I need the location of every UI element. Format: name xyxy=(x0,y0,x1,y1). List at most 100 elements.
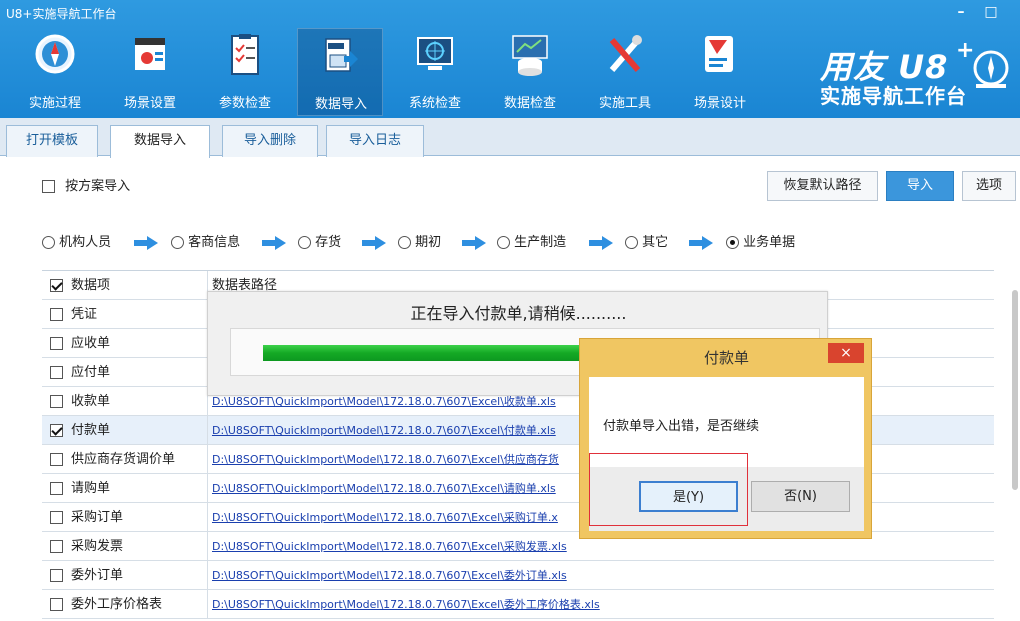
row-path-link[interactable]: D:\U8SOFT\QuickImport\Model\172.18.0.7\6… xyxy=(208,590,994,619)
row-checkbox[interactable] xyxy=(50,308,63,321)
step-inventory[interactable]: 存货 xyxy=(298,234,341,252)
toolbar-item-scene-settings[interactable]: 场景设置 xyxy=(107,28,193,116)
step-label: 机构人员 xyxy=(59,235,112,250)
row-name: 应收单 xyxy=(71,336,111,351)
toolbar-label: 实施过程 xyxy=(28,96,81,111)
row-checkbox[interactable] xyxy=(50,453,63,466)
table-row[interactable]: 委外订单 D:\U8SOFT\QuickImport\Model\172.18.… xyxy=(42,561,994,590)
compass-icon xyxy=(35,34,75,74)
row-name: 供应商存货调价单 xyxy=(71,452,176,467)
toolbar-item-implementation-process[interactable]: 实施过程 xyxy=(12,28,98,116)
toolbar-label: 参数检查 xyxy=(218,96,271,111)
select-all-checkbox[interactable] xyxy=(50,279,63,292)
step-label: 期初 xyxy=(415,235,442,250)
restore-default-path-button[interactable]: 恢复默认路径 xyxy=(767,171,878,201)
progress-fill xyxy=(263,345,586,361)
step-label: 业务单据 xyxy=(743,235,796,250)
scheme-import-label: 按方案导入 xyxy=(65,179,131,194)
scheme-import-checkbox[interactable] xyxy=(42,180,55,193)
arrow-right-icon xyxy=(689,236,713,250)
step-radio[interactable] xyxy=(42,236,55,249)
header-item-label: 数据项 xyxy=(71,278,111,293)
file-import-icon xyxy=(325,38,358,72)
maximize-button[interactable]: □ xyxy=(980,2,1002,22)
toolbar-label: 场景设计 xyxy=(693,96,746,111)
arrow-right-icon xyxy=(134,236,158,250)
row-name: 应付单 xyxy=(71,365,111,380)
row-checkbox[interactable] xyxy=(50,395,63,408)
toolbar-item-data-check[interactable]: 数据检查 xyxy=(487,28,573,116)
checklist-icon xyxy=(231,34,259,75)
row-name: 采购发票 xyxy=(71,539,124,554)
step-radio[interactable] xyxy=(625,236,638,249)
tab-import-delete[interactable]: 导入删除 xyxy=(222,125,318,157)
step-radio-selected[interactable] xyxy=(726,236,739,249)
arrow-right-icon xyxy=(589,236,613,250)
row-name: 请购单 xyxy=(71,481,111,496)
tab-open-template[interactable]: 打开模板 xyxy=(6,125,98,157)
arrow-right-icon xyxy=(362,236,386,250)
top-banner: U8+实施导航工作台 – □ 实施过程 场景设置 参数检查 数据导入 系统检查 … xyxy=(0,0,1020,118)
row-name: 采购订单 xyxy=(71,510,124,525)
toolbar-item-data-import[interactable]: 数据导入 xyxy=(297,28,383,116)
step-radio[interactable] xyxy=(171,236,184,249)
header-item-cell: 数据项 xyxy=(42,271,208,300)
row-name: 委外订单 xyxy=(71,568,124,583)
scene-settings-icon xyxy=(135,38,165,70)
app-title: U8+实施导航工作台 xyxy=(6,7,117,21)
toolbar-label: 系统检查 xyxy=(408,96,461,111)
brand-logo: 用友 U8 + 实施导航工作台 xyxy=(820,38,1016,110)
toolbar-label: 场景设置 xyxy=(123,96,176,111)
arrow-right-icon xyxy=(262,236,286,250)
step-manufacturing[interactable]: 生产制造 xyxy=(497,234,566,252)
row-checkbox[interactable] xyxy=(50,337,63,350)
dialog-close-button[interactable]: × xyxy=(828,343,864,363)
step-radio[interactable] xyxy=(298,236,311,249)
toolbar-item-scene-design[interactable]: 场景设计 xyxy=(677,28,763,116)
toolbar-item-system-check[interactable]: 系统检查 xyxy=(392,28,478,116)
toolbar-label: 数据导入 xyxy=(314,97,367,112)
no-button[interactable]: 否(N) xyxy=(751,481,850,512)
arrow-right-icon xyxy=(462,236,486,250)
minimize-button[interactable]: – xyxy=(950,2,972,22)
step-opening-balance[interactable]: 期初 xyxy=(398,234,441,252)
tab-strip: 打开模板 数据导入 导入删除 导入日志 xyxy=(0,118,1020,158)
step-org-personnel[interactable]: 机构人员 xyxy=(42,234,111,252)
system-check-icon xyxy=(417,37,453,70)
step-radio[interactable] xyxy=(398,236,411,249)
step-label: 客商信息 xyxy=(188,235,241,250)
step-business-documents[interactable]: 业务单据 xyxy=(726,234,795,252)
row-checkbox[interactable] xyxy=(50,511,63,524)
row-name: 委外工序价格表 xyxy=(71,597,163,612)
step-label: 存货 xyxy=(315,235,342,250)
title-bar: U8+实施导航工作台 – □ xyxy=(0,0,1020,26)
toolbar-label: 数据检查 xyxy=(503,96,556,111)
step-customer-supplier[interactable]: 客商信息 xyxy=(171,234,240,252)
scheme-import-option[interactable]: 按方案导入 xyxy=(42,178,130,196)
step-label: 生产制造 xyxy=(514,235,567,250)
database-check-icon xyxy=(512,35,548,76)
row-checkbox-checked[interactable] xyxy=(50,424,63,437)
tab-data-import[interactable]: 数据导入 xyxy=(110,125,210,158)
step-radio[interactable] xyxy=(497,236,510,249)
import-button[interactable]: 导入 xyxy=(886,171,954,201)
tab-import-log[interactable]: 导入日志 xyxy=(326,125,424,157)
table-scrollbar[interactable] xyxy=(1012,290,1018,490)
toolbar-item-parameter-check[interactable]: 参数检查 xyxy=(202,28,288,116)
row-checkbox[interactable] xyxy=(50,569,63,582)
row-checkbox[interactable] xyxy=(50,366,63,379)
brand-subtitle: 实施导航工作台 xyxy=(820,84,967,108)
dialog-message: 付款单导入出错，是否继续 xyxy=(603,419,760,434)
annotation-highlight-box xyxy=(589,453,748,526)
table-row[interactable]: 委外工序价格表 D:\U8SOFT\QuickImport\Model\172.… xyxy=(42,590,994,619)
row-checkbox[interactable] xyxy=(50,540,63,553)
step-other[interactable]: 其它 xyxy=(625,234,668,252)
toolbar-item-implementation-tools[interactable]: 实施工具 xyxy=(582,28,668,116)
options-button[interactable]: 选项 xyxy=(962,171,1016,201)
row-checkbox[interactable] xyxy=(50,598,63,611)
step-label: 其它 xyxy=(642,235,669,250)
row-name: 凭证 xyxy=(71,307,98,322)
row-name: 付款单 xyxy=(71,423,111,438)
row-path-link[interactable]: D:\U8SOFT\QuickImport\Model\172.18.0.7\6… xyxy=(208,561,994,590)
row-checkbox[interactable] xyxy=(50,482,63,495)
